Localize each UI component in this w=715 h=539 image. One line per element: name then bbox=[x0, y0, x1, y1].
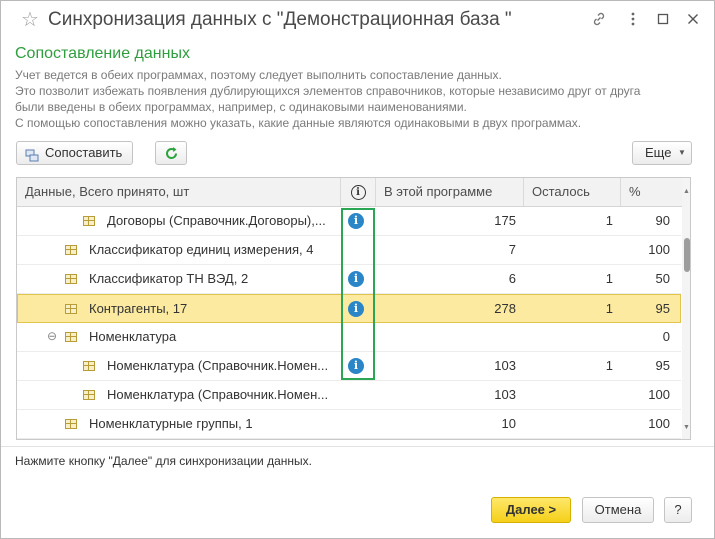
help-button[interactable]: ? bbox=[664, 497, 692, 523]
row-percent: 90 bbox=[655, 213, 670, 228]
row-this-program: 103 bbox=[494, 358, 516, 373]
col-header-data[interactable]: Данные, Всего принято, шт bbox=[17, 178, 341, 206]
table-row[interactable]: Номенклатура (Справочник.Номен... 103 10… bbox=[17, 381, 681, 410]
catalog-icon bbox=[65, 245, 77, 255]
catalog-icon bbox=[65, 332, 77, 342]
scroll-thumb[interactable] bbox=[684, 238, 690, 272]
compare-label: Сопоставить bbox=[45, 145, 123, 160]
row-name: Классификатор единиц измерения, 4 bbox=[89, 242, 314, 257]
chevron-down-icon: ▼ bbox=[678, 148, 686, 157]
scroll-down-icon[interactable]: ▼ bbox=[682, 424, 690, 431]
sync-window: ☆ Синхронизация данных с "Демонстрационн… bbox=[0, 0, 715, 539]
row-this-program: 175 bbox=[494, 213, 516, 228]
divider bbox=[1, 446, 714, 447]
catalog-icon bbox=[83, 361, 95, 371]
description-line: Это позволит избежать появления дублирую… bbox=[15, 84, 641, 98]
row-remaining bbox=[525, 236, 613, 264]
more-label: Еще bbox=[645, 145, 672, 160]
scroll-up-icon[interactable]: ▲ bbox=[682, 188, 690, 195]
vertical-scrollbar[interactable]: ▲ ▼ bbox=[682, 178, 690, 439]
row-name: Номенклатура (Справочник.Номен... bbox=[107, 387, 329, 402]
row-this-program: 10 bbox=[501, 416, 516, 431]
more-button[interactable]: Еще ▼ bbox=[632, 141, 692, 165]
description-line: С помощью сопоставления можно указать, к… bbox=[15, 116, 582, 130]
link-icon[interactable] bbox=[589, 11, 609, 31]
refresh-icon bbox=[164, 146, 179, 168]
row-this-program: 103 bbox=[494, 387, 516, 402]
footer-hint: Нажмите кнопку "Далее" для синхронизации… bbox=[15, 454, 312, 468]
close-icon[interactable] bbox=[683, 11, 703, 31]
collapse-icon[interactable]: ⊖ bbox=[47, 329, 57, 343]
compare-button[interactable]: Сопоставить bbox=[16, 141, 133, 165]
col-header-percent[interactable]: % bbox=[621, 178, 682, 206]
row-this-program: 278 bbox=[494, 301, 516, 316]
col-header-this-program[interactable]: В этой программе bbox=[376, 178, 524, 206]
row-name: Договоры (Справочник.Договоры),... bbox=[107, 213, 326, 228]
row-percent: 100 bbox=[648, 242, 670, 257]
row-remaining bbox=[525, 410, 613, 438]
row-percent: 95 bbox=[655, 301, 670, 316]
cancel-button[interactable]: Отмена bbox=[582, 497, 654, 523]
info-column-highlight bbox=[341, 208, 375, 380]
col-header-info[interactable]: i bbox=[341, 178, 376, 206]
row-remaining bbox=[525, 381, 613, 409]
window-title: Синхронизация данных с "Демонстрационная… bbox=[48, 9, 512, 30]
row-name: Контрагенты, 17 bbox=[89, 301, 188, 316]
maximize-icon[interactable] bbox=[653, 11, 673, 31]
row-percent: 50 bbox=[655, 271, 670, 286]
section-title: Сопоставление данных bbox=[15, 45, 190, 62]
row-percent: 95 bbox=[655, 358, 670, 373]
row-name: Классификатор ТН ВЭД, 2 bbox=[89, 271, 249, 286]
title-bar: ☆ Синхронизация данных с "Демонстрационн… bbox=[1, 1, 714, 41]
table-row[interactable]: Номенклатурные группы, 1 10 100 bbox=[17, 410, 681, 439]
row-name: Номенклатурные группы, 1 bbox=[89, 416, 253, 431]
catalog-icon bbox=[83, 216, 95, 226]
description-line: Учет ведется в обеих программах, поэтому… bbox=[15, 68, 502, 82]
row-this-program: 6 bbox=[508, 271, 516, 286]
compare-icon bbox=[25, 147, 39, 169]
refresh-button[interactable] bbox=[155, 141, 187, 165]
catalog-icon bbox=[65, 304, 77, 314]
star-icon[interactable]: ☆ bbox=[21, 10, 39, 30]
row-remaining: 1 bbox=[605, 213, 613, 228]
row-this-program bbox=[377, 323, 516, 351]
row-remaining: 1 bbox=[605, 301, 613, 316]
row-percent: 100 bbox=[648, 387, 670, 402]
row-this-program: 7 bbox=[508, 242, 516, 257]
more-vertical-icon[interactable] bbox=[623, 11, 643, 31]
col-header-remaining[interactable]: Осталось bbox=[524, 178, 621, 206]
row-remaining: 1 bbox=[605, 271, 613, 286]
description-line: были введены в обеих программах, наприме… bbox=[15, 100, 467, 114]
row-name: Номенклатура (Справочник.Номен... bbox=[107, 358, 329, 373]
row-remaining: 1 bbox=[605, 358, 613, 373]
row-percent: 0 bbox=[662, 329, 670, 344]
row-percent: 100 bbox=[648, 416, 670, 431]
info-header-icon: i bbox=[350, 185, 366, 201]
catalog-icon bbox=[65, 419, 77, 429]
table-header: Данные, Всего принято, шт i В этой прогр… bbox=[17, 178, 690, 207]
row-remaining bbox=[525, 323, 613, 351]
row-name: Номенклатура bbox=[89, 329, 177, 344]
catalog-icon bbox=[65, 274, 77, 284]
catalog-icon bbox=[83, 390, 95, 400]
next-button[interactable]: Далее > bbox=[491, 497, 571, 523]
